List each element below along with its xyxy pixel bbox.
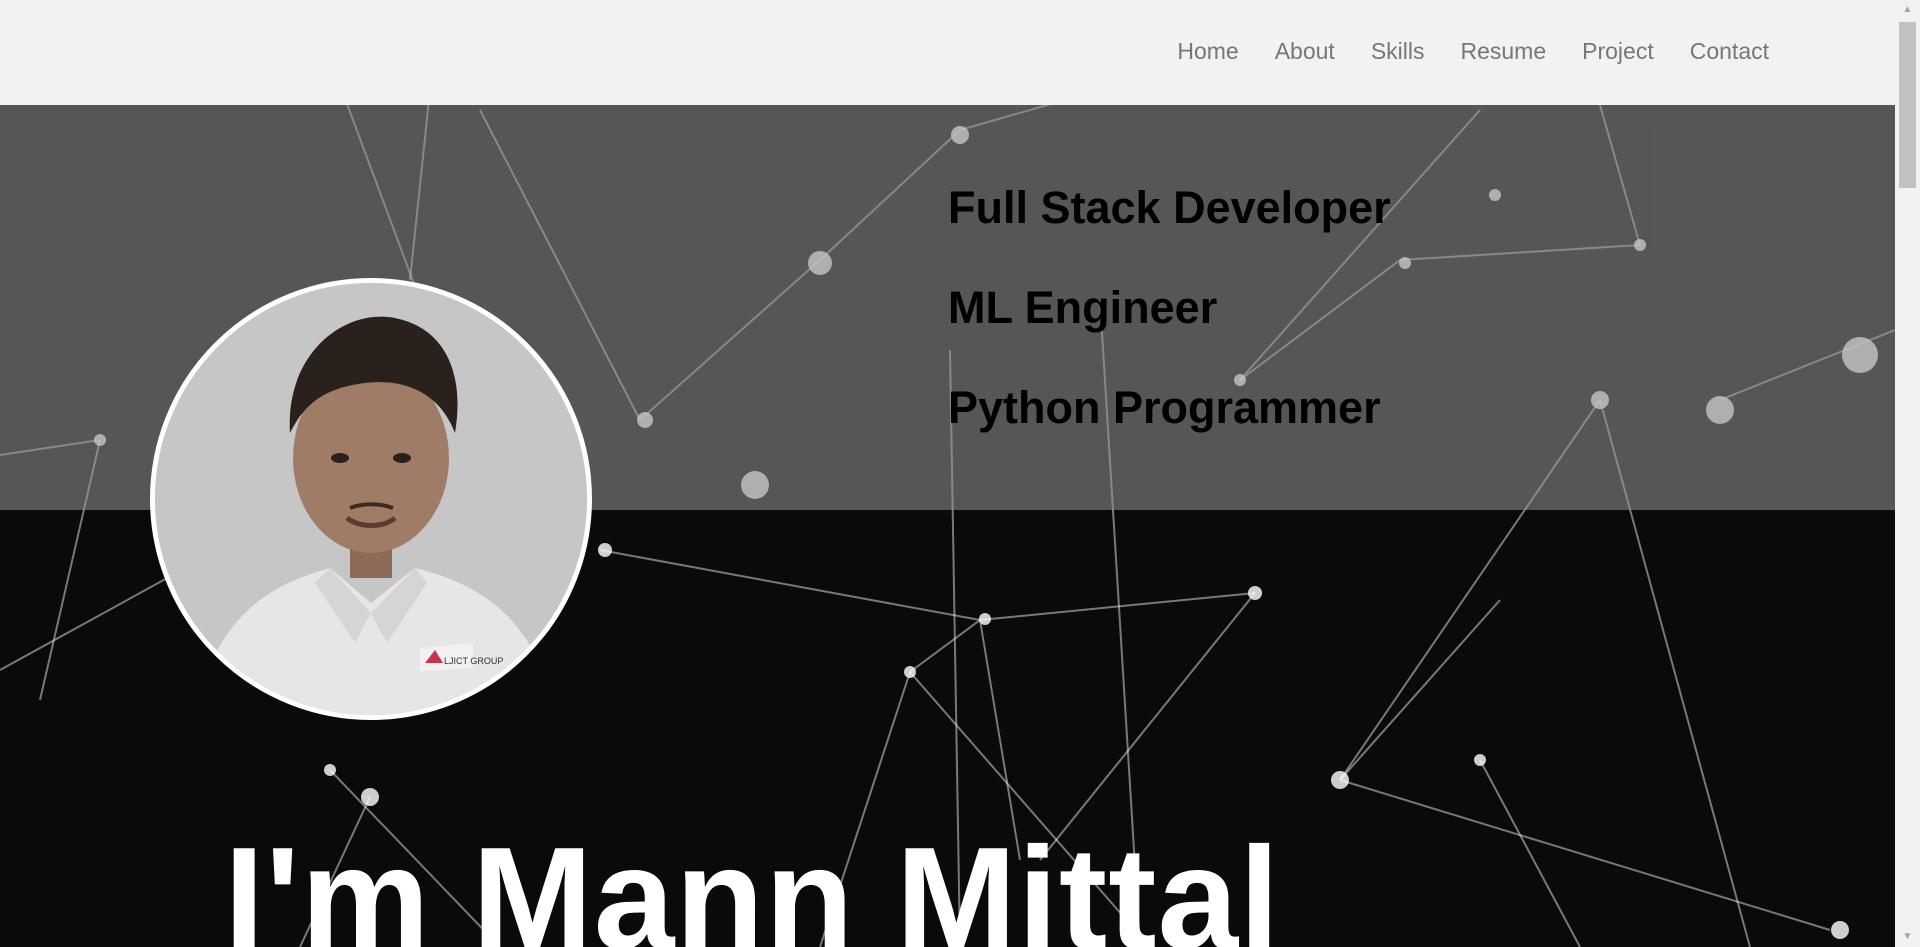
nav-link-about[interactable]: About: [1257, 38, 1353, 65]
role-ml-engineer: ML Engineer: [948, 282, 1218, 333]
role-full-stack: Full Stack Developer: [948, 182, 1391, 233]
nav-links: Home About Skills Resume Project Contact: [1159, 38, 1787, 65]
vertical-scrollbar[interactable]: ▲ ▼: [1895, 0, 1920, 947]
hero-headline: I'm Mann Mittal: [224, 817, 1281, 947]
scroll-down-arrow-icon[interactable]: ▼: [1895, 927, 1920, 947]
role-list: Full Stack Developer ML Engineer Python …: [948, 182, 1391, 482]
role-python: Python Programmer: [948, 382, 1381, 433]
scrollbar-thumb[interactable]: [1899, 22, 1916, 188]
nav-link-contact[interactable]: Contact: [1672, 38, 1787, 65]
portfolio-page: Home About Skills Resume Project Contact…: [0, 0, 1895, 947]
scroll-up-arrow-icon[interactable]: ▲: [1895, 0, 1920, 20]
shirt-logo-text: LJICT GROUP: [444, 656, 503, 666]
avatar-illustration: LJICT GROUP: [155, 283, 587, 715]
nav-link-skills[interactable]: Skills: [1353, 38, 1443, 65]
nav-link-home[interactable]: Home: [1159, 38, 1256, 65]
top-navbar: Home About Skills Resume Project Contact: [0, 0, 1895, 105]
nav-link-resume[interactable]: Resume: [1442, 38, 1564, 65]
profile-photo: LJICT GROUP: [150, 278, 592, 720]
nav-link-project[interactable]: Project: [1564, 38, 1672, 65]
